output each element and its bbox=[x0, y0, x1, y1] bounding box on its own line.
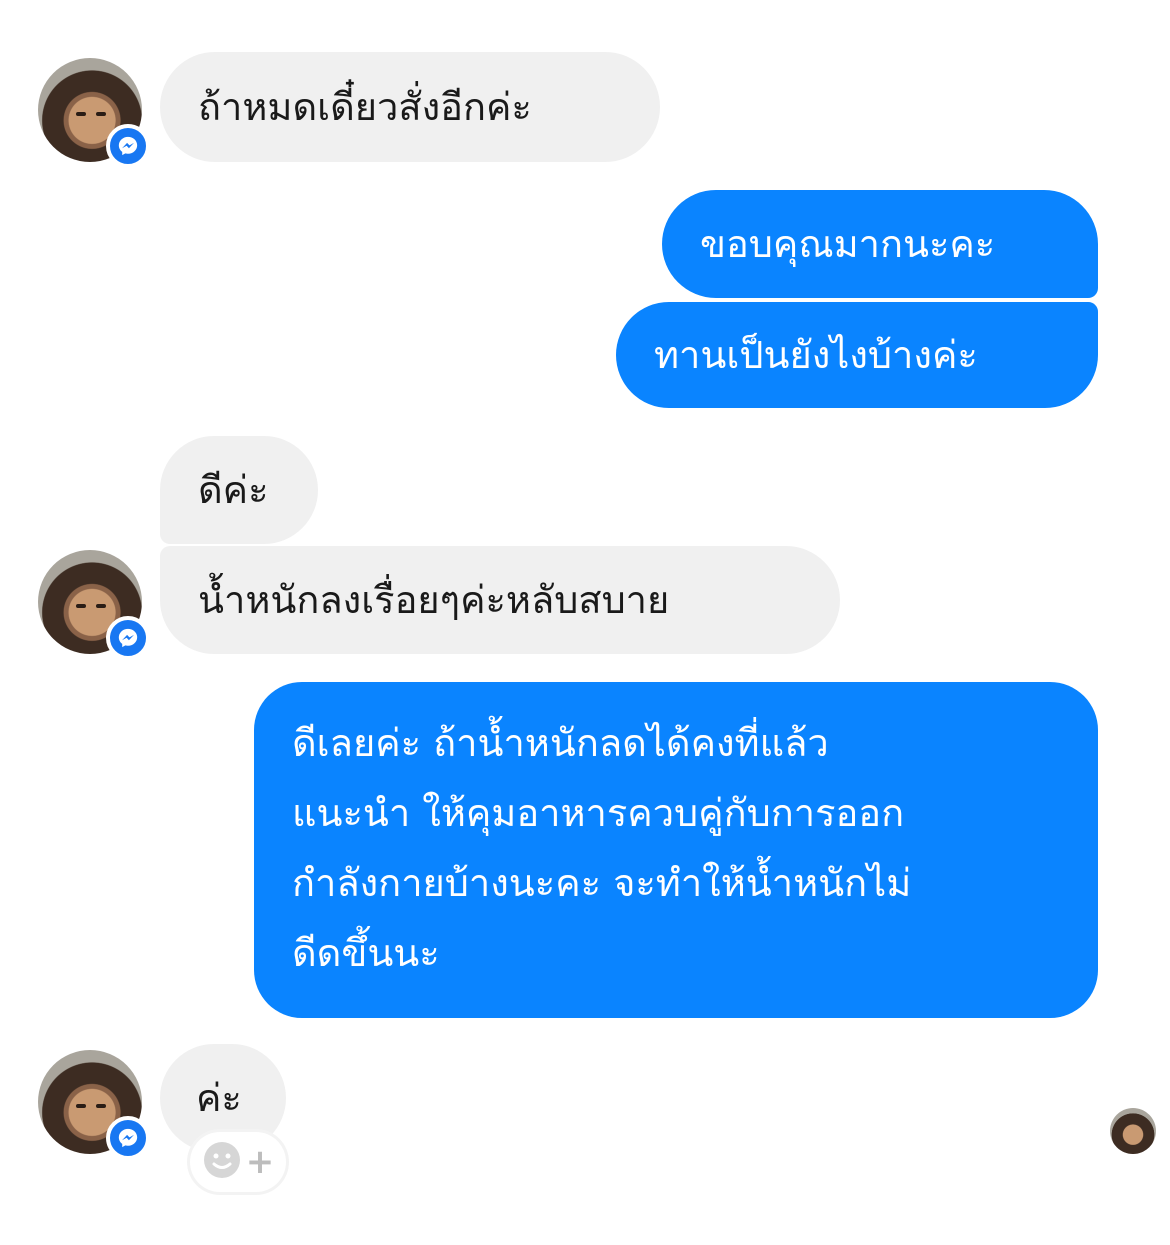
plus-icon: + bbox=[245, 1142, 275, 1182]
message-text: ดีค่ะ bbox=[198, 468, 269, 512]
avatar-eye bbox=[96, 112, 106, 116]
smiley-icon bbox=[202, 1140, 242, 1184]
message-bubble-outgoing[interactable]: ขอบคุณมากนะคะ bbox=[662, 190, 1098, 298]
message-bubble-incoming[interactable]: ถ้าหมดเดี๋ยวสั่งอีกค่ะ bbox=[160, 52, 660, 162]
add-reaction-button[interactable]: + bbox=[190, 1132, 286, 1192]
message-line: ดีเลยค่ะ ถ้าน้ำหนักลดได้คงที่แล้ว bbox=[292, 721, 829, 765]
message-bubble-outgoing[interactable]: ทานเป็นยังไงบ้างค่ะ bbox=[616, 302, 1098, 408]
seen-avatar bbox=[1110, 1108, 1156, 1154]
message-text: ขอบคุณมากนะคะ bbox=[700, 222, 996, 266]
messenger-icon bbox=[106, 616, 150, 660]
contact-avatar[interactable] bbox=[38, 1050, 150, 1160]
contact-avatar[interactable] bbox=[38, 550, 150, 660]
avatar-eye bbox=[76, 604, 86, 608]
avatar-eye bbox=[96, 1104, 106, 1108]
messenger-icon bbox=[106, 1116, 150, 1160]
avatar-eye bbox=[96, 604, 106, 608]
message-bubble-incoming[interactable]: ดีค่ะ bbox=[160, 436, 318, 544]
message-line: กำลังกายบ้างนะคะ จะทำให้น้ำหนักไม่ bbox=[292, 861, 912, 905]
message-line: ดีดขึ้นนะ bbox=[292, 931, 440, 975]
message-line: แนะนำ ให้คุมอาหารควบคู่กับการออก bbox=[292, 791, 905, 835]
message-bubble-incoming[interactable]: น้ำหนักลงเรื่อยๆค่ะหลับสบาย bbox=[160, 546, 840, 654]
contact-avatar[interactable] bbox=[38, 58, 150, 168]
avatar-eye bbox=[76, 1104, 86, 1108]
avatar-eye bbox=[76, 112, 86, 116]
message-text: น้ำหนักลงเรื่อยๆค่ะหลับสบาย bbox=[198, 578, 670, 622]
message-text: ถ้าหมดเดี๋ยวสั่งอีกค่ะ bbox=[198, 85, 532, 129]
message-text: ทานเป็นยังไงบ้างค่ะ bbox=[654, 333, 978, 377]
message-text: ค่ะ bbox=[196, 1076, 242, 1120]
message-bubble-outgoing[interactable]: ดีเลยค่ะ ถ้าน้ำหนักลดได้คงที่แล้ว แนะนำ … bbox=[254, 682, 1098, 1018]
messenger-icon bbox=[106, 124, 150, 168]
